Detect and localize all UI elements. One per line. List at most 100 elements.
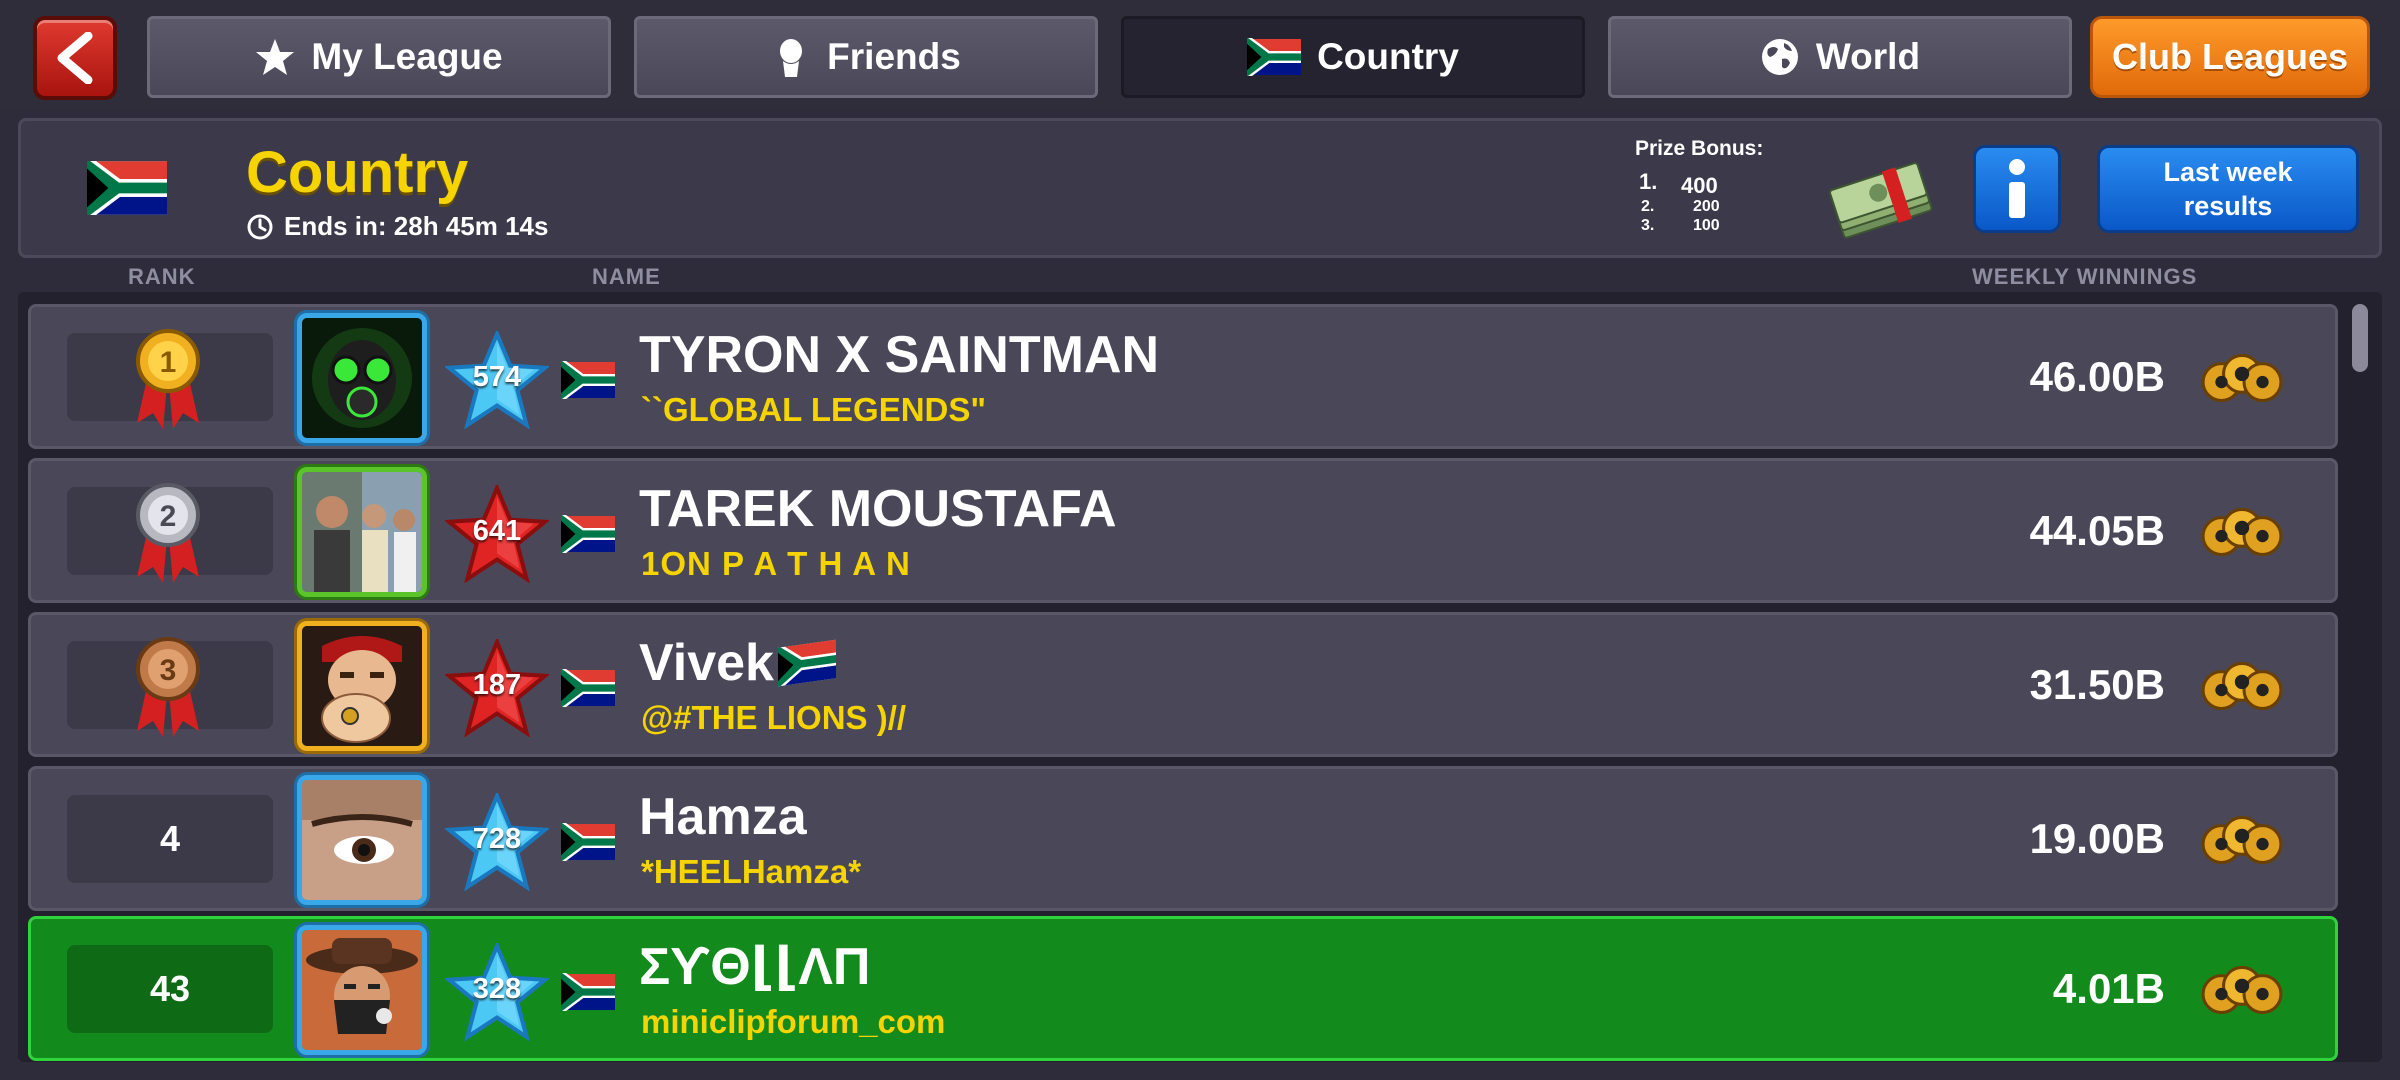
tab-world[interactable]: World [1608, 16, 2072, 98]
avatar[interactable] [297, 313, 427, 443]
medal-rank: 2 [160, 500, 177, 533]
weekly-winnings: 19.00B [2029, 815, 2165, 862]
level-number: 641 [472, 515, 522, 547]
club-name: *HEELHamza* [641, 853, 862, 890]
level-badge: 728 [445, 793, 549, 891]
level-badge: 641 [445, 485, 549, 583]
tab-label: World [1815, 36, 1921, 77]
prize-2-amount: 200 [1693, 198, 1720, 215]
weekly-winnings: 46.00B [2029, 353, 2165, 400]
coins-icon [2201, 963, 2283, 1019]
globe-icon [1761, 39, 1798, 75]
page-title: Country [246, 140, 469, 205]
player-name: ΣϒΘ⌊⌊ΛΠ [639, 938, 871, 996]
back-arrow-icon [57, 32, 93, 84]
south-africa-flag-icon [561, 515, 615, 553]
club-name: ``GLOBAL LEGENDS" [641, 391, 987, 428]
prize-3-amount: 100 [1693, 217, 1720, 234]
prize-bonus-label: Prize Bonus: [1635, 137, 1764, 160]
prize-1-place: 1. [1639, 169, 1658, 194]
weekly-winnings: 31.50B [2029, 661, 2165, 708]
coins-icon [2201, 813, 2283, 869]
coins-icon [2201, 659, 2283, 715]
leaderboard-row[interactable]: 3 187 Vivek @#THE LIONS )// 31.50B [28, 612, 2338, 757]
tab-label: Friends [827, 36, 961, 77]
level-badge: 574 [445, 331, 549, 429]
rank-number: 4 [159, 818, 181, 859]
south-africa-flag-icon [561, 669, 615, 707]
prize-2-place: 2. [1641, 198, 1655, 215]
coins-icon [2201, 505, 2283, 561]
tab-friends[interactable]: Friends [634, 16, 1098, 98]
scrollbar[interactable] [2352, 304, 2368, 372]
south-africa-flag-icon [561, 361, 615, 399]
level-number: 728 [472, 823, 522, 855]
level-number: 328 [472, 973, 522, 1005]
medal-rank: 3 [160, 654, 177, 687]
south-africa-flag-emoji-icon [778, 637, 836, 689]
club-name: miniclipforum_com [641, 1003, 946, 1040]
weekly-winnings: 4.01B [2052, 965, 2165, 1012]
leaderboard-row[interactable]: 2 641 TAREK MOUSTAFA 1ON P A T H A N 44.… [28, 458, 2338, 603]
level-badge: 187 [445, 639, 549, 737]
leaderboard-row[interactable]: 1 574 TYRON X SAINTMAN ``GLOBAL LEGENDS"… [28, 304, 2338, 449]
league-header: Country Ends in: 28h 45m 14s Prize Bonus… [18, 118, 2382, 258]
club-name: @#THE LIONS )// [641, 699, 907, 736]
column-header-rank: RANK [128, 264, 196, 289]
player-name: TYRON X SAINTMAN [639, 326, 1159, 384]
prize-3-place: 3. [1641, 217, 1655, 234]
star-icon [256, 39, 295, 75]
avatar[interactable] [297, 467, 427, 597]
cartoon-fist-avatar-image [302, 626, 422, 746]
medal-rank: 1 [160, 346, 177, 379]
tab-country[interactable]: Country [1121, 16, 1585, 98]
player-name: Hamza [639, 788, 807, 846]
level-badge: 328 [445, 943, 549, 1041]
avatar[interactable] [297, 621, 427, 751]
weekly-winnings: 44.05B [2029, 507, 2165, 554]
leaderboard-row[interactable]: 4 728 Hamza *HEELHamza* 19.00B [28, 766, 2338, 911]
player-name: TAREK MOUSTAFA [639, 480, 1117, 538]
last-week-label: Last week results [2163, 157, 2293, 221]
club-leagues-label: Club Leagues [2111, 36, 2349, 77]
silver-medal-icon: 2 [136, 483, 200, 583]
rank-number: 43 [149, 968, 191, 1009]
back-button[interactable] [33, 16, 117, 100]
tab-my-league[interactable]: My League [147, 16, 611, 98]
leaderboard-row-current-user[interactable]: 43 328 ΣϒΘ⌊⌊ΛΠ miniclipforum_com 4.01B [28, 916, 2338, 1061]
tab-label: My League [311, 36, 503, 77]
countdown: Ends in: 28h 45m 14s [246, 211, 548, 242]
level-number: 187 [472, 669, 522, 701]
south-africa-flag-icon [87, 161, 167, 215]
column-header-name: NAME [592, 264, 661, 289]
club-name: 1ON P A T H A N [641, 545, 911, 582]
eye-closeup-avatar-image [302, 780, 422, 900]
bronze-medal-icon: 3 [136, 637, 200, 737]
rank-cell: 43 [67, 945, 273, 1033]
tab-label: Country [1317, 36, 1459, 77]
south-africa-flag-icon [561, 823, 615, 861]
avatar[interactable] [297, 775, 427, 905]
player-name-container: Vivek [639, 633, 836, 693]
photo-avatar-image [302, 472, 422, 592]
cash-stack-icon [1829, 162, 1933, 239]
level-number: 574 [472, 361, 522, 393]
person-icon [780, 39, 803, 77]
info-icon [2009, 159, 2025, 218]
top-tab-bar: My League Friends Country World Club Lea… [0, 0, 2400, 110]
coins-icon [2201, 351, 2283, 407]
prize-1-amount: 400 [1681, 173, 1718, 198]
club-leagues-button[interactable]: Club Leagues [2090, 16, 2370, 98]
last-week-results-button[interactable]: Last week results [2097, 145, 2359, 233]
column-header-winnings: WEEKLY WINNINGS [1972, 264, 2198, 289]
avatar[interactable] [297, 925, 427, 1055]
south-africa-flag-icon [561, 973, 615, 1011]
ends-in-text: Ends in: 28h 45m 14s [284, 211, 549, 241]
cowboy-avatar-image [302, 930, 422, 1050]
rank-cell: 4 [67, 795, 273, 883]
gas-mask-avatar-image [302, 318, 422, 438]
south-africa-flag-icon [1247, 38, 1301, 76]
info-button[interactable] [1973, 145, 2061, 233]
player-name: Vivek [639, 634, 774, 692]
clock-icon [247, 214, 273, 239]
